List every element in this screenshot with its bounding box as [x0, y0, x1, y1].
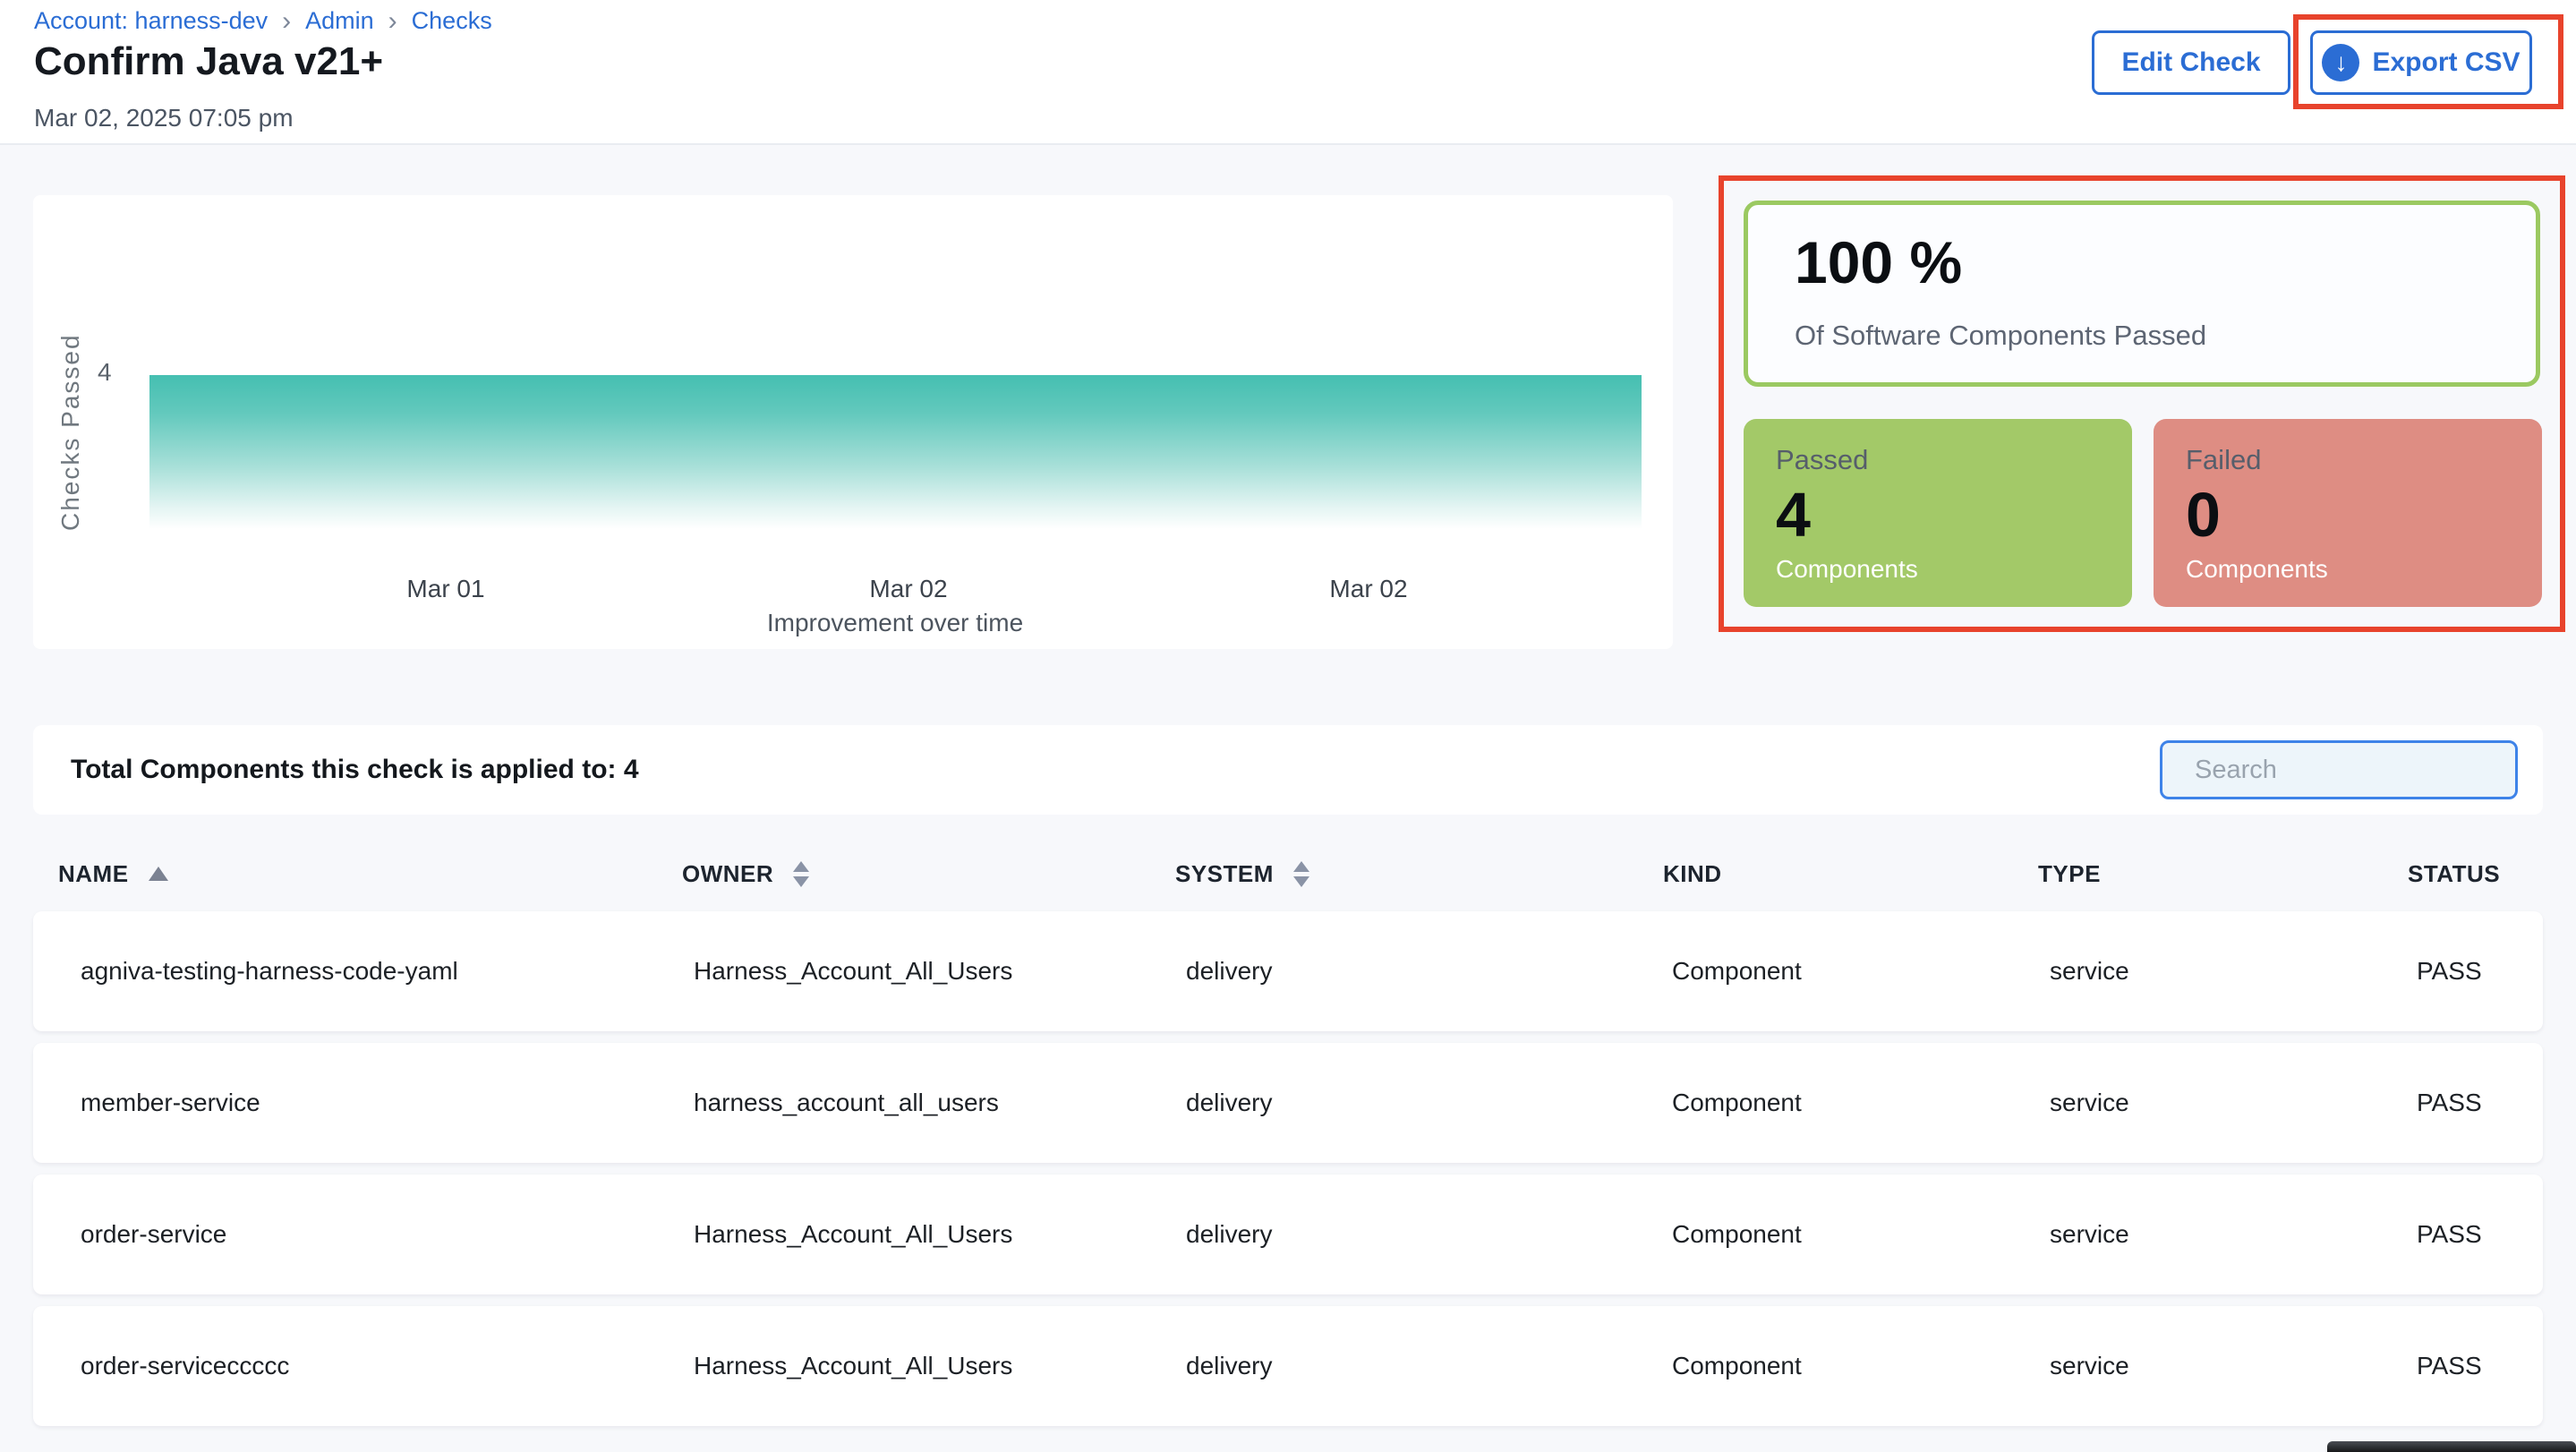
page-header: Account: harness-dev › Admin › Checks Co…: [0, 0, 2576, 145]
column-header-owner[interactable]: OWNER: [682, 860, 1175, 888]
table-row[interactable]: order-serviceccccc Harness_Account_All_U…: [33, 1306, 2543, 1426]
cell-type: service: [2050, 1220, 2417, 1249]
column-header-owner-label: OWNER: [682, 860, 773, 888]
edit-check-button[interactable]: Edit Check: [2092, 30, 2290, 95]
cell-status: PASS: [2417, 1352, 2543, 1380]
search-box: [2160, 740, 2518, 799]
cell-system: delivery: [1186, 1352, 1672, 1380]
chart-x-tick: Mar 02: [869, 575, 947, 603]
percent-passed-card: 100 % Of Software Components Passed: [1744, 201, 2540, 387]
export-csv-button[interactable]: ↓ Export CSV: [2310, 30, 2532, 95]
passed-card-unit: Components: [1776, 555, 1918, 584]
export-csv-label: Export CSV: [2372, 47, 2520, 78]
chart-area-series: [149, 375, 1642, 529]
column-header-kind-label: KIND: [1663, 860, 1722, 888]
cell-status: PASS: [2417, 957, 2543, 986]
sort-updown-icon: [793, 861, 809, 887]
cell-kind: Component: [1672, 1220, 2050, 1249]
column-header-status-label: STATUS: [2408, 860, 2500, 888]
checks-passed-chart-card: Checks Passed 4 Mar 01 Mar 02 Mar 02 Imp…: [33, 195, 1673, 649]
sort-ascending-icon: [149, 867, 168, 881]
table-header-row: NAME OWNER SYSTEM KIND TYPE STATUS: [33, 849, 2543, 899]
cell-owner: Harness_Account_All_Users: [694, 957, 1186, 986]
cell-owner: Harness_Account_All_Users: [694, 1220, 1186, 1249]
cell-system: delivery: [1186, 1089, 1672, 1117]
column-header-type-label: TYPE: [2038, 860, 2101, 888]
table-row[interactable]: member-service harness_account_all_users…: [33, 1043, 2543, 1163]
percent-passed-value: 100 %: [1795, 228, 1962, 296]
breadcrumb-checks-link[interactable]: Checks: [412, 7, 492, 35]
checks-detail-page: Account: harness-dev › Admin › Checks Co…: [0, 0, 2576, 1452]
table-row[interactable]: order-service Harness_Account_All_Users …: [33, 1174, 2543, 1294]
cell-system: delivery: [1186, 1220, 1672, 1249]
cell-name: agniva-testing-harness-code-yaml: [81, 957, 694, 986]
cell-kind: Component: [1672, 957, 2050, 986]
passed-card-label: Passed: [1776, 444, 2100, 476]
components-table-body: agniva-testing-harness-code-yaml Harness…: [33, 911, 2543, 1438]
breadcrumb-admin-link[interactable]: Admin: [305, 7, 374, 35]
percent-passed-label: Of Software Components Passed: [1795, 320, 2206, 352]
cell-system: delivery: [1186, 957, 1672, 986]
column-header-system-label: SYSTEM: [1175, 860, 1274, 888]
chart-x-axis-title: Improvement over time: [767, 609, 1023, 637]
cell-owner: Harness_Account_All_Users: [694, 1352, 1186, 1380]
search-input[interactable]: [2195, 756, 2532, 785]
column-header-name[interactable]: NAME: [58, 860, 682, 888]
cell-owner: harness_account_all_users: [694, 1089, 1186, 1117]
passed-card-value: 4: [1776, 480, 2100, 550]
column-header-status: STATUS: [2408, 860, 2543, 888]
column-header-name-label: NAME: [58, 860, 129, 888]
cell-kind: Component: [1672, 1089, 2050, 1117]
cell-name: order-service: [81, 1220, 694, 1249]
chart-y-tick: 4: [98, 358, 112, 387]
bottom-right-dark-bar: [2327, 1441, 2576, 1452]
page-title: Confirm Java v21+: [34, 39, 383, 84]
cell-name: member-service: [81, 1089, 694, 1117]
breadcrumb: Account: harness-dev › Admin › Checks: [34, 7, 492, 35]
chart-x-tick: Mar 02: [1329, 575, 1407, 603]
check-timestamp: Mar 02, 2025 07:05 pm: [34, 104, 294, 132]
chart-y-axis-label: Checks Passed: [56, 289, 85, 531]
breadcrumb-separator-icon: ›: [282, 9, 291, 33]
stats-panel: 100 % Of Software Components Passed Pass…: [1719, 175, 2565, 632]
components-summary-bar: Total Components this check is applied t…: [33, 725, 2543, 815]
download-icon: ↓: [2322, 44, 2359, 81]
cell-status: PASS: [2417, 1089, 2543, 1117]
cell-name: order-serviceccccc: [81, 1352, 694, 1380]
table-row[interactable]: agniva-testing-harness-code-yaml Harness…: [33, 911, 2543, 1031]
passed-card: Passed 4 Components: [1744, 419, 2132, 607]
failed-card: Failed 0 Components: [2154, 419, 2542, 607]
column-header-system[interactable]: SYSTEM: [1175, 860, 1663, 888]
cell-type: service: [2050, 1089, 2417, 1117]
cell-type: service: [2050, 1352, 2417, 1380]
failed-card-unit: Components: [2186, 555, 2328, 584]
failed-card-label: Failed: [2186, 444, 2510, 476]
cell-kind: Component: [1672, 1352, 2050, 1380]
sort-updown-icon: [1293, 861, 1309, 887]
breadcrumb-account-link[interactable]: Account: harness-dev: [34, 7, 268, 35]
column-header-type: TYPE: [2038, 860, 2408, 888]
cell-status: PASS: [2417, 1220, 2543, 1249]
cell-type: service: [2050, 957, 2417, 986]
failed-card-value: 0: [2186, 480, 2510, 550]
column-header-kind: KIND: [1663, 860, 2038, 888]
chart-x-tick: Mar 01: [406, 575, 484, 603]
components-summary-text: Total Components this check is applied t…: [71, 725, 639, 815]
breadcrumb-separator-icon: ›: [388, 9, 397, 33]
